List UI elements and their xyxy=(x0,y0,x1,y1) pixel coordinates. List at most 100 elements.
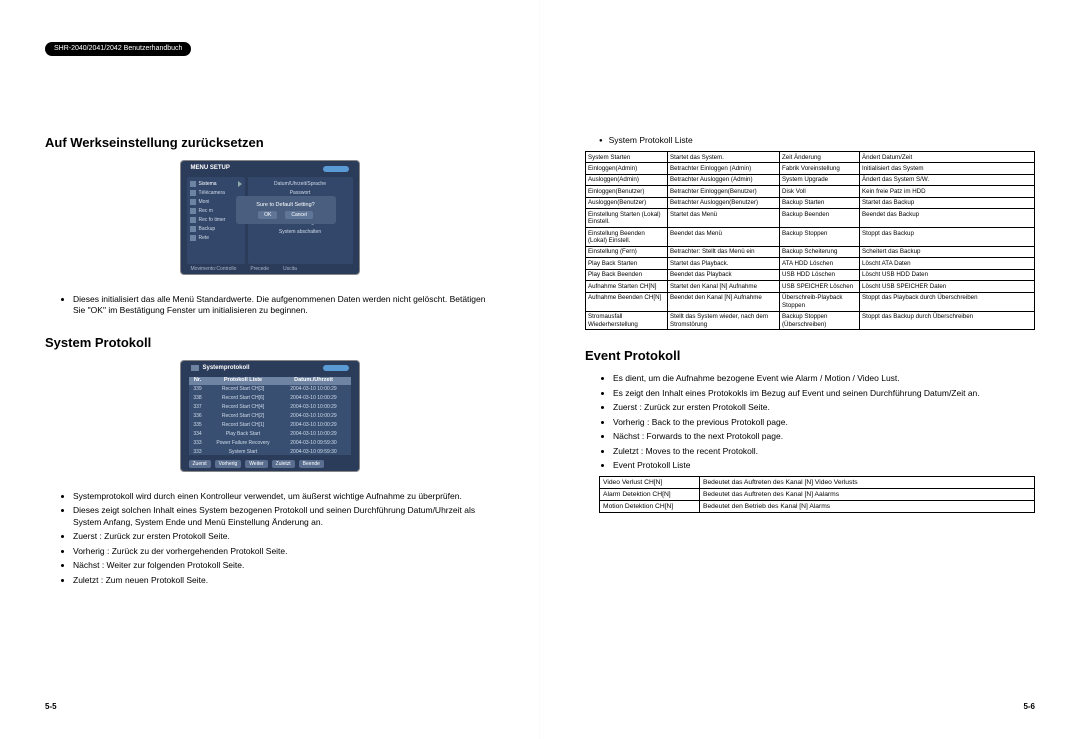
bullet-list-2: Systemprotokoll wird durch einen Kontrol… xyxy=(45,491,494,586)
table-cell: Backup Stoppen (Überschreiben) xyxy=(780,311,860,330)
samsung-logo xyxy=(323,166,349,172)
table-row: Play Back StartenStartet das Playback.AT… xyxy=(586,258,1035,269)
table-cell: Startet das System. xyxy=(668,152,780,163)
table-cell: Beendet das Menü xyxy=(668,228,780,247)
table-cell: Betrachter: Stellt das Menü ein xyxy=(668,246,780,257)
bullet-item: Zuletzt : Zum neuen Protokoll Seite. xyxy=(73,575,494,586)
table-cell: Play Back Starten xyxy=(586,258,668,269)
log-row: 333System Start2004-03-10 09:59:30 xyxy=(189,448,351,457)
table-cell: Startet das Menü xyxy=(668,209,780,228)
shot1-title: MENU SETUP xyxy=(191,165,230,171)
log-row: 337Record Start CH[4]2004-03-10 10:00:29 xyxy=(189,403,351,412)
bullet-item: Es zeigt den Inhalt eines Protokokls im … xyxy=(613,388,1035,399)
table-cell: Fabrik Voreinstellung xyxy=(780,163,860,174)
page-left: SHR-2040/2041/2042 Benutzerhandbuch Auf … xyxy=(0,0,540,739)
table-cell: Ausloggen(Benutzer) xyxy=(586,197,668,208)
bullet-item: Nächst : Weiter zur folgenden Protokoll … xyxy=(73,560,494,571)
table-cell: System Starten xyxy=(586,152,668,163)
table-cell: Löscht USB SPEICHER Daten xyxy=(860,281,1035,292)
bullet-item: Zuerst : Zurück zur ersten Protokoll Sei… xyxy=(73,531,494,542)
screenshot-button: Weiter xyxy=(245,460,267,468)
screenshot-button: Zuletzt xyxy=(272,460,295,468)
table-cell: USB SPEICHER Löschen xyxy=(780,281,860,292)
table-cell: Überschreib-Playback Stoppen xyxy=(780,292,860,311)
table-cell: USB HDD Löschen xyxy=(780,269,860,280)
table-row: System StartenStartet das System.Zeit Än… xyxy=(586,152,1035,163)
table-cell: Einstellung Beenden (Lokal) Einstell. xyxy=(586,228,668,247)
table-cell: Betrachter Einloggen (Admin) xyxy=(668,163,780,174)
table-row: Einloggen(Benutzer)Betrachter Einloggen(… xyxy=(586,186,1035,197)
table-cell: Startet das Playback. xyxy=(668,258,780,269)
document-header: SHR-2040/2041/2042 Benutzerhandbuch xyxy=(45,42,191,56)
bullet-list-right: Es dient, um die Aufnahme bezogene Event… xyxy=(585,373,1035,471)
table-cell: Backup Beenden xyxy=(780,209,860,228)
table-cell: Einstellung Starten (Lokal) Einstell. xyxy=(586,209,668,228)
table-cell: Play Back Beenden xyxy=(586,269,668,280)
table-cell: Alarm Detektion CH[N] xyxy=(600,488,700,500)
table-cell: Scheitert das Backup xyxy=(860,246,1035,257)
table-cell: Motion Detektion CH[N] xyxy=(600,500,700,512)
table-row: Stromausfall WiederherstellungStellt das… xyxy=(586,311,1035,330)
hint-text: Movimento:Controllo xyxy=(191,266,237,272)
table-cell: System Upgrade xyxy=(780,174,860,185)
table-row: Alarm Detektion CH[N]Bedeutet das Auftre… xyxy=(600,488,1035,500)
screenshot-button: Beende xyxy=(299,460,324,468)
bullet-item: Dieses zeigt solchen Inhalt eines System… xyxy=(73,505,494,528)
screenshot-menu-setup: MENU SETUP SistemaTélécameraMoniRec mRec… xyxy=(45,160,494,280)
table-cell: Ausloggen(Admin) xyxy=(586,174,668,185)
bullet-item: Event Protokoll Liste xyxy=(613,460,1035,471)
table-cell: Startet den Kanal [N] Aufnahme xyxy=(668,281,780,292)
table-cell: ATA HDD Löschen xyxy=(780,258,860,269)
page-right: System Protokoll Liste System StartenSta… xyxy=(540,0,1080,739)
log-row: 335Record Start CH[1]2004-03-10 10:00:29 xyxy=(189,421,351,430)
table-row: Ausloggen(Benutzer)Betrachter Ausloggen(… xyxy=(586,197,1035,208)
table-row: Motion Detektion CH[N]Bedeutet den Betri… xyxy=(600,500,1035,512)
table-row: Play Back BeendenBeendet das PlaybackUSB… xyxy=(586,269,1035,280)
table-cell: Beendet das Backup xyxy=(860,209,1035,228)
table-row: Einstellung (Fern)Betrachter: Stellt das… xyxy=(586,246,1035,257)
log-row: 338Record Start CH[6]2004-03-10 10:00:29 xyxy=(189,394,351,403)
table-cell: Bedeutet das Auftreten des Kanal [N] Vid… xyxy=(700,476,1035,488)
bullet-item: Vorherig : Zurück zu der vorhergehenden … xyxy=(73,546,494,557)
dialog-ok-button: OK xyxy=(258,211,277,219)
dialog-cancel-button: Cancel xyxy=(285,211,313,219)
shot2-title: Systemprotokoll xyxy=(203,365,250,371)
screenshot-button: Vorherig xyxy=(215,460,242,468)
menu-item: Rec m xyxy=(190,208,242,214)
menu-item: Rete xyxy=(190,235,242,241)
table-cell: Stromausfall Wiederherstellung xyxy=(586,311,668,330)
screenshot-system-log: Systemprotokoll Nr. Protokoll Liste Datu… xyxy=(45,360,494,477)
page-number-right: 5-6 xyxy=(1023,702,1035,711)
section-heading-event-protokoll: Event Protokoll xyxy=(585,348,1035,363)
hint-text: Precede xyxy=(250,266,269,272)
table-cell: Ändert Datum/Zeit xyxy=(860,152,1035,163)
table-cell: Video Verlust CH[N] xyxy=(600,476,700,488)
table-cell: Disk Voll xyxy=(780,186,860,197)
list-icon xyxy=(191,365,199,371)
table-cell: Initialisiert das System xyxy=(860,163,1035,174)
table-cell: Aufnahme Beenden CH[N] xyxy=(586,292,668,311)
table-cell: Stoppt das Backup durch Überschreiben xyxy=(860,311,1035,330)
confirm-dialog: Sure to Default Setting? OK Cancel xyxy=(236,196,336,224)
page-number-left: 5-5 xyxy=(45,702,57,711)
screenshot-button: Zuerst xyxy=(189,460,211,468)
table-cell: Stoppt das Backup xyxy=(860,228,1035,247)
table-cell: Einloggen(Admin) xyxy=(586,163,668,174)
bullet-item: Systemprotokoll wird durch einen Kontrol… xyxy=(73,491,494,502)
table-cell: Einstellung (Fern) xyxy=(586,246,668,257)
table-cell: Backup Stoppen xyxy=(780,228,860,247)
table-cell: Betrachter Ausloggen(Benutzer) xyxy=(668,197,780,208)
system-protokoll-table: System StartenStartet das System.Zeit Än… xyxy=(585,151,1035,330)
sub-item: System abschalten xyxy=(252,229,349,235)
table-row: Aufnahme Beenden CH[N]Beendet den Kanal … xyxy=(586,292,1035,311)
table-cell: Stellt das System wieder, nach dem Strom… xyxy=(668,311,780,330)
bullet-item: Vorherig : Back to the previous Protokol… xyxy=(613,417,1035,428)
table-cell: Beendet den Kanal [N] Aufnahme xyxy=(668,292,780,311)
log-row: 333Power Failure Recovery2004-03-10 09:5… xyxy=(189,439,351,448)
menu-item: Sistema xyxy=(190,181,242,187)
hint-text: Uscita xyxy=(283,266,297,272)
bullet-list-1: Dieses initialisiert das alle Menü Stand… xyxy=(45,294,494,317)
section-heading-system-protokoll: System Protokoll xyxy=(45,335,494,350)
samsung-logo xyxy=(323,365,349,371)
table-cell: Einloggen(Benutzer) xyxy=(586,186,668,197)
